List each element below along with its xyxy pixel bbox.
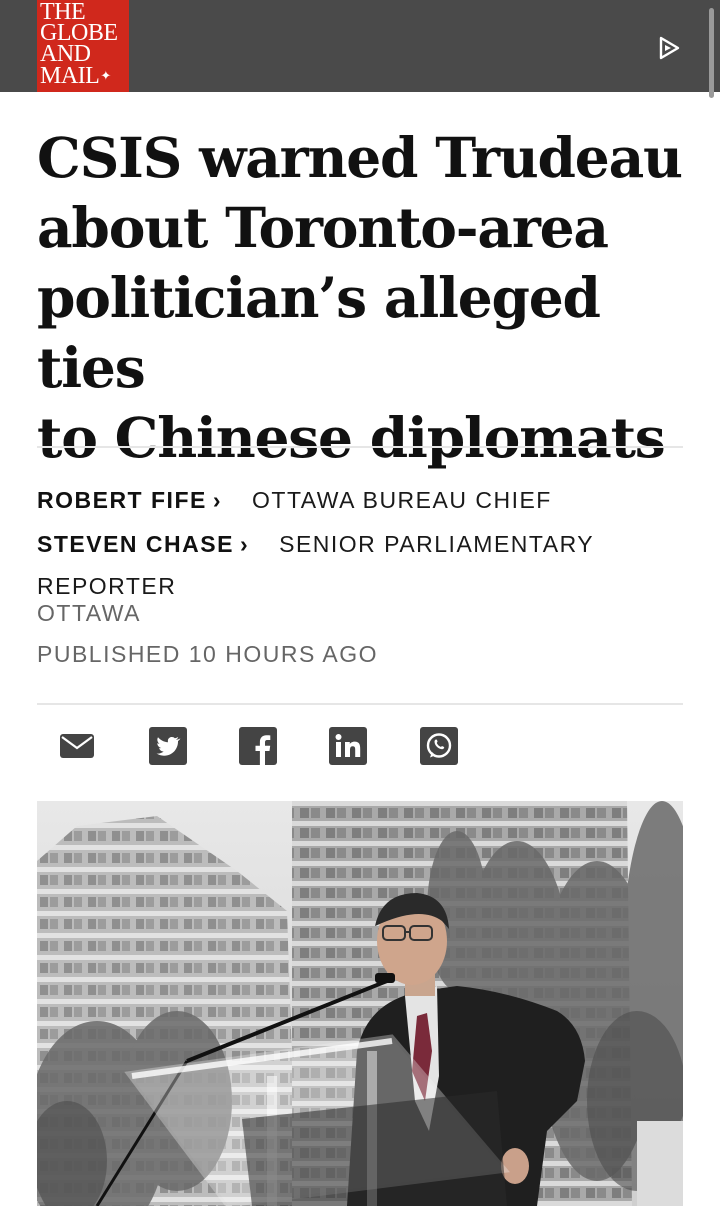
- divider: [37, 446, 683, 448]
- site-header: THE GLOBE AND MAIL✦: [0, 0, 720, 92]
- headline-line-3: politician’s alleged ties: [37, 265, 601, 400]
- email-icon[interactable]: [58, 727, 96, 765]
- chevron-right-icon: ›: [212, 487, 223, 513]
- scrollbar[interactable]: [709, 8, 714, 98]
- dateline-location: OTTAWA: [37, 600, 141, 626]
- twitter-icon[interactable]: [149, 727, 187, 765]
- headline-line-1: CSIS warned Trudeau: [37, 125, 683, 190]
- hero-photo[interactable]: [37, 801, 683, 1206]
- author-role-continued: REPORTER: [37, 573, 177, 599]
- site-logo[interactable]: THE GLOBE AND MAIL✦: [37, 0, 129, 92]
- play-icon[interactable]: [656, 35, 682, 61]
- facebook-icon[interactable]: [239, 727, 277, 765]
- headline-line-2: about Toronto-area: [37, 195, 609, 260]
- byline-row: ROBERT FIFE › OTTAWA BUREAU CHIEF: [37, 487, 552, 514]
- author-role: SENIOR PARLIAMENTARY: [279, 531, 595, 557]
- published-time: PUBLISHED 10 HOURS AGO: [37, 641, 379, 667]
- linkedin-icon[interactable]: [329, 727, 367, 765]
- logo-line-4: MAIL✦: [40, 63, 111, 89]
- byline-row: STEVEN CHASE › SENIOR PARLIAMENTARY: [37, 531, 594, 558]
- chevron-right-icon: ›: [239, 531, 250, 557]
- maple-leaf-icon: ✦: [100, 68, 111, 83]
- headline-line-4: to Chinese diplomats: [37, 405, 666, 470]
- author-link[interactable]: ROBERT FIFE ›: [37, 487, 222, 513]
- divider: [37, 703, 683, 705]
- article-headline: CSIS warned Trudeau about Toronto-area p…: [37, 123, 687, 473]
- whatsapp-icon[interactable]: [420, 727, 458, 765]
- author-role: OTTAWA BUREAU CHIEF: [252, 487, 552, 513]
- logo-line-3: AND: [40, 41, 91, 67]
- author-link[interactable]: STEVEN CHASE ›: [37, 531, 249, 557]
